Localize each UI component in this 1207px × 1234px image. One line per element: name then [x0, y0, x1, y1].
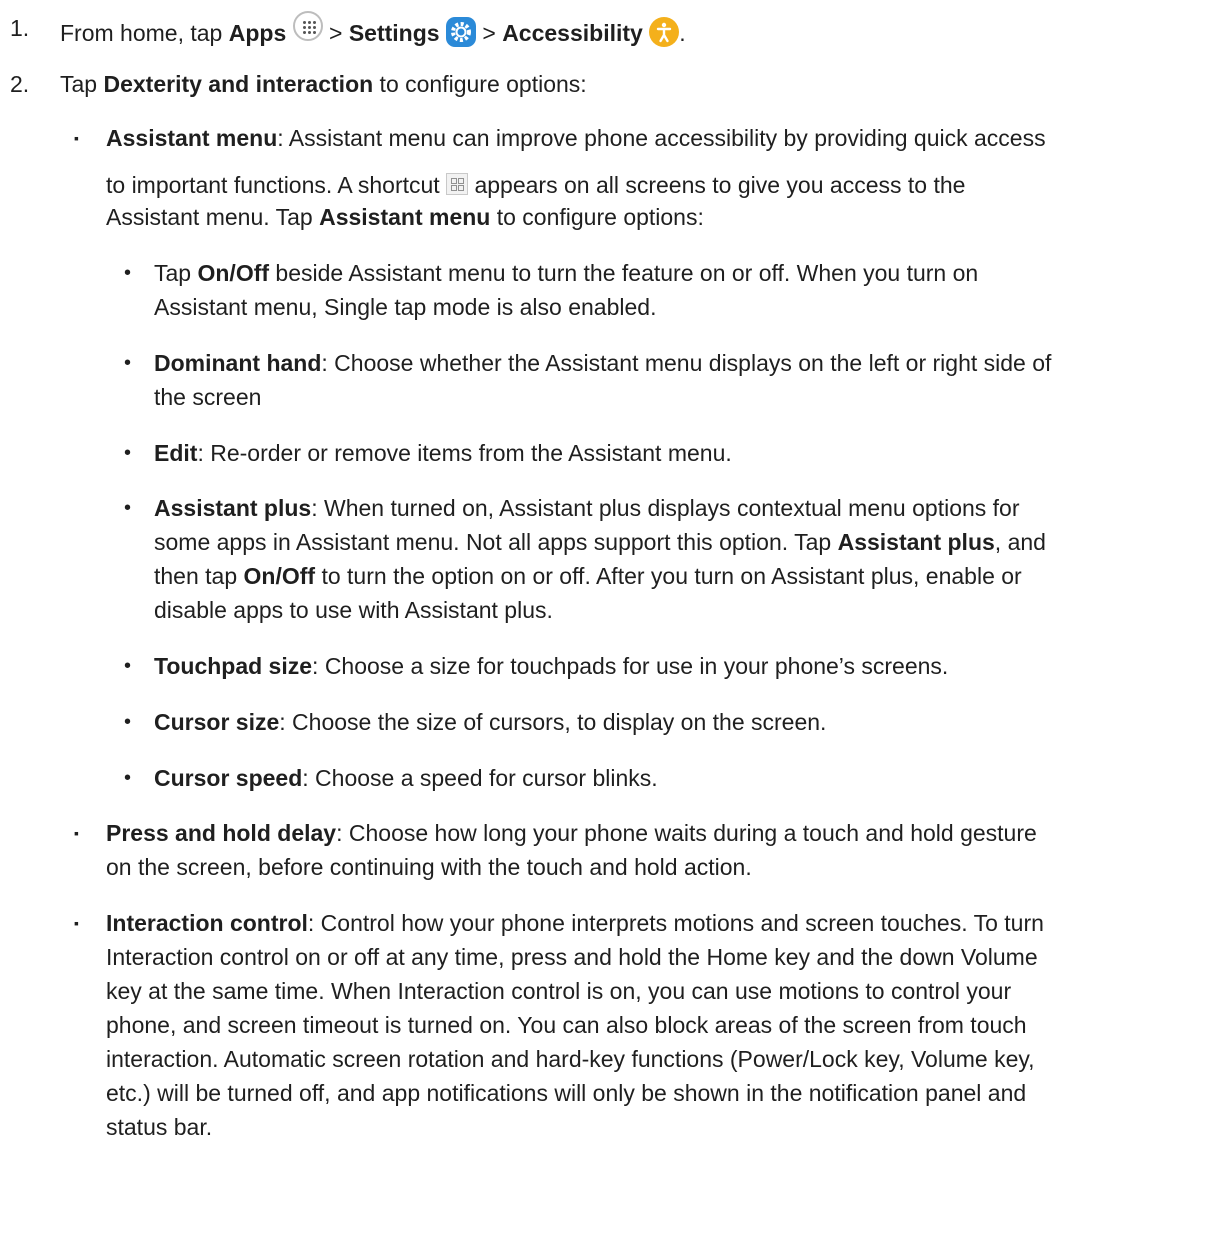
dot-bullet: •: [124, 767, 132, 789]
gear-icon: [445, 17, 476, 47]
square-bullet: ▪: [74, 825, 79, 841]
interaction-line-5: interaction. Automatic screen rotation a…: [106, 1046, 1035, 1072]
edit-line: Edit: Re-order or remove items from the …: [154, 440, 732, 466]
interaction-line-6: etc.) will be turned off, and app notifi…: [106, 1080, 1027, 1106]
interaction-line-1: Interaction control: Control how your ph…: [106, 910, 1044, 936]
dot-bullet: •: [124, 442, 132, 464]
dot-bullet: •: [124, 262, 132, 284]
interaction-line-3: key at the same time. When Interaction c…: [106, 978, 1012, 1004]
step-number: 2.: [10, 71, 30, 97]
dot-bullet: •: [124, 497, 132, 519]
interaction-line-2: Interaction control on or off at any tim…: [106, 944, 1038, 970]
settings-label: Settings: [348, 20, 440, 46]
onoff-line-2: Assistant menu, Single tap mode is also …: [154, 294, 657, 320]
onoff-line-1: Tap On/Off beside Assistant menu to turn…: [154, 260, 979, 286]
press-hold-line-2: on the screen, before continuing with th…: [106, 854, 752, 880]
press-hold-line-1: Press and hold delay: Choose how long yo…: [106, 820, 1037, 846]
assistant-menu-shortcut-icon: [446, 173, 469, 195]
accessibility-icon: [649, 17, 680, 47]
interaction-line-4: phone, and screen timeout is turned on. …: [106, 1012, 1027, 1038]
apps-label: Apps: [228, 20, 287, 46]
assistant-plus-line-4: disable apps to use with Assistant plus.: [154, 597, 553, 623]
assistant-plus-line-2: some apps in Assistant menu. Not all app…: [154, 529, 1046, 555]
apps-icon: [292, 11, 323, 41]
dot-bullet: •: [124, 711, 132, 733]
dominant-hand-line-1: Dominant hand: Choose whether the Assist…: [154, 350, 1052, 376]
touchpad-size-line: Touchpad size: Choose a size for touchpa…: [154, 653, 949, 679]
assistant-menu-line-3: Assistant menu. Tap Assistant menu to co…: [106, 204, 704, 230]
square-bullet: ▪: [74, 915, 79, 931]
accessibility-label: Accessibility: [502, 20, 643, 46]
assistant-menu-line-1: Assistant menu: Assistant menu can impro…: [106, 125, 1046, 151]
cursor-size-line: Cursor size: Choose the size of cursors,…: [154, 709, 827, 735]
step-2-text: Tap Dexterity and interaction to configu…: [60, 71, 587, 97]
dot-bullet: •: [124, 352, 132, 374]
step-number: 1.: [10, 15, 30, 41]
interaction-line-7: status bar.: [106, 1114, 213, 1140]
cursor-speed-line: Cursor speed: Choose a speed for cursor …: [154, 765, 658, 791]
assistant-plus-line-1: Assistant plus: When turned on, Assistan…: [154, 495, 1020, 521]
dominant-hand-line-2: the screen: [154, 384, 262, 410]
assistant-menu-line-2: to important functions. A shortcut appea…: [106, 172, 966, 198]
square-bullet: ▪: [74, 130, 79, 146]
assistant-plus-line-3: then tap On/Off to turn the option on or…: [154, 563, 1022, 589]
step-1-text: From home, tap Apps > Settings > Accessi…: [60, 11, 686, 50]
dot-bullet: •: [124, 655, 132, 677]
